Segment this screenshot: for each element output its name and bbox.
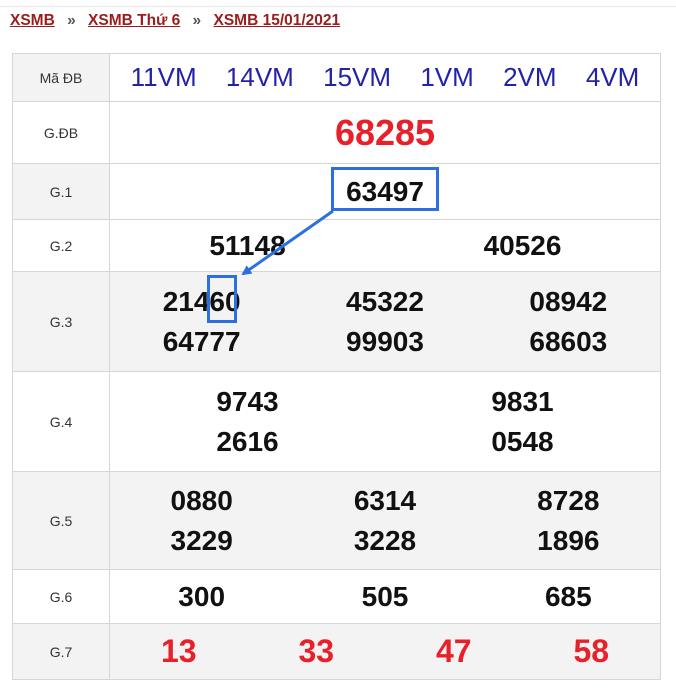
prize-number: 6314 (353, 484, 417, 516)
row-g2: G.2 51148 40526 (12, 219, 661, 272)
prize-number: 505 (361, 580, 409, 612)
prize-number: 13 (160, 633, 197, 669)
breadcrumb-link-xsmb[interactable]: XSMB (10, 12, 55, 29)
breadcrumb-link-date[interactable]: XSMB 15/01/2021 (213, 12, 340, 29)
row-label: G.ĐB (12, 101, 110, 164)
prize-number: 64777 (162, 325, 241, 357)
special-prize-number: 68285 (334, 111, 436, 153)
results-table: Mã ĐB 11VM 14VM 15VM 1VM 2VM 4VM G.ĐB 68… (12, 53, 661, 680)
highlight-box-g3-digit (207, 275, 237, 323)
prize-number: 68603 (529, 325, 608, 357)
code-item: 4VM (585, 62, 640, 92)
row-g7: G.7 13 33 47 58 (12, 623, 661, 680)
prize-number: 3229 (170, 524, 233, 556)
code-item: 1VM (420, 62, 474, 92)
row-g5: G.5 0880 6314 8728 3229 3228 1896 (12, 471, 661, 570)
prize-number: 8728 (537, 484, 600, 516)
breadcrumb-separator: » (192, 12, 202, 29)
prize-number: 2616 (216, 425, 279, 457)
breadcrumb-separator: » (67, 12, 76, 29)
prize-number: 45322 (346, 285, 424, 317)
prize-number: 40526 (483, 229, 562, 261)
code-item: 2VM (503, 62, 557, 92)
row-gdb: G.ĐB 68285 (12, 101, 661, 164)
row-label: G.2 (12, 219, 110, 272)
prize-number: 51148 (209, 229, 286, 261)
prize-number: 58 (573, 633, 610, 669)
row-label: G.3 (12, 271, 110, 372)
prize-number: 08942 (529, 285, 608, 317)
row-g6: G.6 300 505 685 (12, 569, 661, 624)
prize-number: 33 (298, 633, 335, 669)
prize-number: 685 (544, 580, 592, 612)
row-codes: Mã ĐB 11VM 14VM 15VM 1VM 2VM 4VM (12, 53, 661, 102)
code-item: 14VM (225, 62, 294, 92)
breadcrumb: XSMB » XSMB Thứ 6 » XSMB 15/01/2021 (10, 12, 340, 30)
row-label: G.7 (12, 623, 110, 680)
special-codes: 11VM 14VM 15VM 1VM 2VM 4VM (110, 62, 660, 93)
prize-number: 9831 (491, 385, 554, 417)
code-item: 15VM (323, 62, 392, 92)
breadcrumb-link-thu6[interactable]: XSMB Thứ 6 (88, 12, 180, 29)
prize-number: 3228 (353, 524, 417, 556)
row-g3: G.3 21460 45322 08942 64777 99903 68603 (12, 271, 661, 372)
row-g4: G.4 9743 9831 2616 0548 (12, 371, 661, 472)
highlight-box-g1 (331, 167, 439, 211)
row-label: G.6 (12, 569, 110, 624)
prize-number: 0548 (491, 425, 554, 457)
row-label: G.4 (12, 371, 110, 472)
prize-number: 300 (178, 580, 226, 612)
row-label: G.5 (12, 471, 110, 570)
row-label: Mã ĐB (12, 53, 110, 102)
code-item: 11VM (130, 62, 197, 92)
prize-number: 99903 (346, 325, 424, 357)
prize-number: 1896 (537, 524, 600, 556)
prize-number: 47 (435, 633, 472, 669)
prize-number: 9743 (216, 385, 279, 417)
prize-number: 0880 (170, 484, 233, 516)
top-divider (0, 6, 676, 7)
row-label: G.1 (12, 163, 110, 220)
